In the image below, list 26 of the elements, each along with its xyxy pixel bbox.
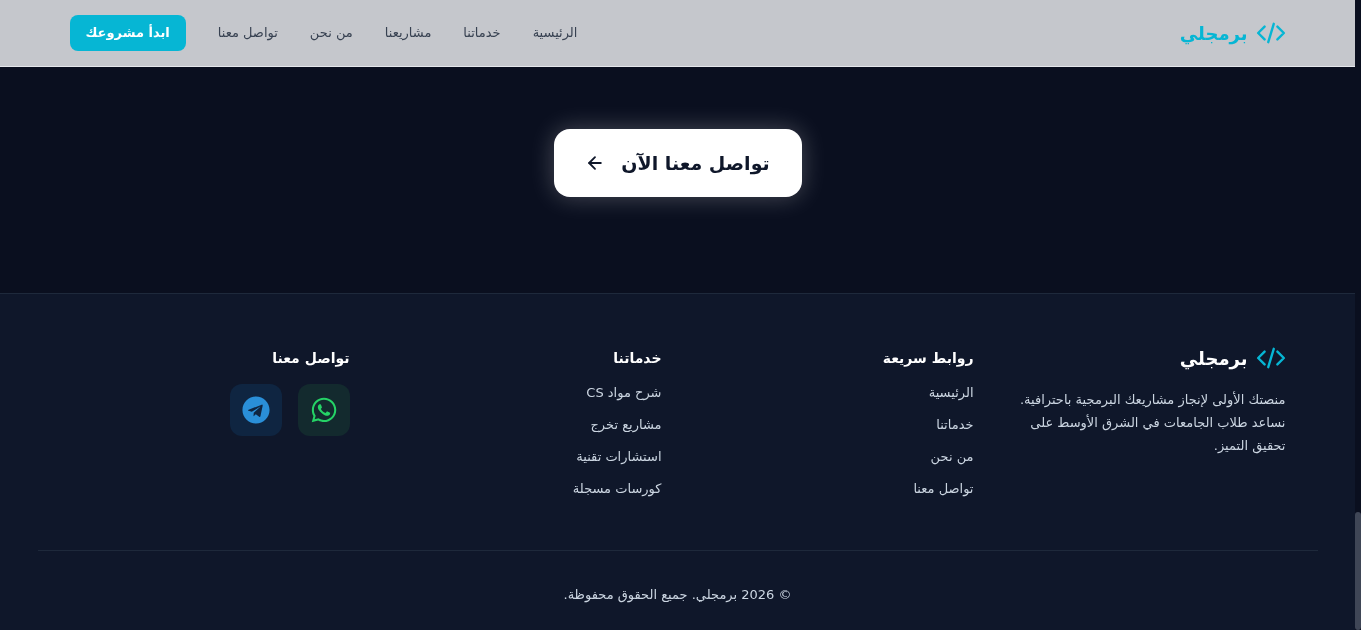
footer-link[interactable]: الرئيسية	[928, 385, 974, 400]
footer-link[interactable]: كورسات مسجلة	[572, 481, 662, 496]
nav-link[interactable]: خدماتنا	[463, 23, 501, 43]
footer-link[interactable]: تواصل معنا	[913, 481, 974, 496]
footer-link[interactable]: شرح مواد CS	[586, 385, 662, 400]
code-icon	[1255, 22, 1286, 44]
footer-link[interactable]: من نحن	[930, 449, 974, 464]
contact-now-button[interactable]: تواصل معنا الآن	[553, 129, 802, 197]
code-icon	[1255, 347, 1286, 369]
footer-link[interactable]: مشاريع تخرج	[590, 417, 662, 432]
footer-brand-name: برمجلي	[1179, 346, 1248, 372]
column-heading: خدماتنا	[612, 348, 662, 368]
chat-bubble-icon	[309, 396, 338, 424]
whatsapp-button[interactable]	[297, 384, 350, 436]
footer-link[interactable]: استشارات تقنية	[576, 449, 662, 464]
footer-link[interactable]: خدماتنا	[936, 417, 974, 432]
column-heading: روابط سريعة	[881, 348, 974, 369]
about-text: منصتك الأولى لإنجاز مشاريعك البرمجية باحترافية. نساعد طلاب الجامعات في الشرق الأوسط على تحقيق التميز.	[1018, 390, 1286, 456]
paper-plane-icon	[241, 396, 270, 424]
nav-link[interactable]: الرئيسية	[532, 23, 578, 43]
nav-link[interactable]: تواصل معنا	[217, 23, 278, 43]
column-heading: تواصل معنا	[271, 348, 350, 369]
nav-link[interactable]: من نحن	[309, 23, 353, 43]
copyright-text: © 2026 برمجلي. جميع الحقوق محفوظة.	[563, 586, 792, 605]
nav-link[interactable]: مشاريعنا	[384, 23, 432, 43]
telegram-button[interactable]	[229, 384, 282, 436]
